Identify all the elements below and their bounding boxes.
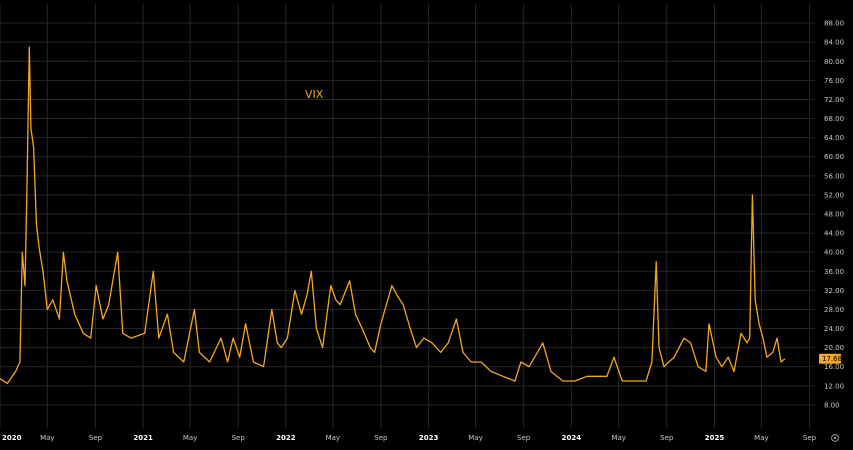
y-tick-label: 64.00	[824, 134, 844, 142]
y-tick-label: 72.00	[824, 96, 844, 104]
y-tick-label: 84.00	[824, 39, 844, 47]
x-tick-label: 2020	[2, 434, 22, 442]
y-tick-label: 60.00	[824, 153, 844, 161]
x-axis-ticks: 2020 May Sep 2021 May Sep 2022 May Sep 2023 May Sep…	[2, 434, 817, 442]
x-tick-label: May	[754, 434, 768, 442]
y-tick-label: 44.00	[824, 230, 844, 238]
x-tick-label: 2025	[705, 434, 725, 442]
y-tick-label: 32.00	[824, 287, 844, 295]
y-tick-label: 8.00	[824, 401, 840, 409]
last-value-badge: 17.68	[819, 353, 842, 364]
x-tick-label: May	[468, 434, 482, 442]
x-tick-label: Sep	[517, 434, 531, 442]
y-tick-label: 56.00	[824, 172, 844, 180]
vix-line-chart: 8.00 12.00 16.00 20.00 24.00 28.00 32.00 36.00 4…	[0, 4, 844, 442]
x-tick-label: 2022	[276, 434, 296, 442]
y-tick-label: 68.00	[824, 115, 844, 123]
y-tick-label: 48.00	[824, 211, 844, 219]
last-value-label: 17.68	[822, 355, 842, 363]
x-tick-label: Sep	[803, 434, 817, 442]
y-tick-label: 20.00	[824, 344, 844, 352]
y-tick-label: 16.00	[824, 363, 844, 371]
settings-gear-icon[interactable]	[831, 434, 839, 442]
x-tick-label: May	[326, 434, 340, 442]
y-tick-label: 88.00	[824, 20, 844, 28]
y-tick-label: 28.00	[824, 306, 844, 314]
x-tick-label: Sep	[660, 434, 674, 442]
y-tick-label: 36.00	[824, 268, 844, 276]
y-axis-ticks: 8.00 12.00 16.00 20.00 24.00 28.00 32.00 36.00 4…	[824, 20, 844, 410]
x-tick-label: Sep	[89, 434, 103, 442]
x-tick-label: 2021	[133, 434, 153, 442]
y-tick-label: 40.00	[824, 249, 844, 257]
x-tick-label: May	[183, 434, 197, 442]
x-tick-label: May	[40, 434, 54, 442]
x-tick-label: 2023	[419, 434, 439, 442]
series-label: VIX	[305, 88, 324, 101]
x-tick-label: Sep	[374, 434, 388, 442]
y-tick-label: 80.00	[824, 58, 844, 66]
x-tick-label: Sep	[232, 434, 246, 442]
y-tick-label: 52.00	[824, 191, 844, 199]
x-tick-label: May	[611, 434, 625, 442]
y-tick-label: 24.00	[824, 325, 844, 333]
x-tick-label: 2024	[562, 434, 582, 442]
y-tick-label: 12.00	[824, 382, 844, 390]
y-tick-label: 76.00	[824, 77, 844, 85]
grid-lines	[0, 4, 815, 428]
